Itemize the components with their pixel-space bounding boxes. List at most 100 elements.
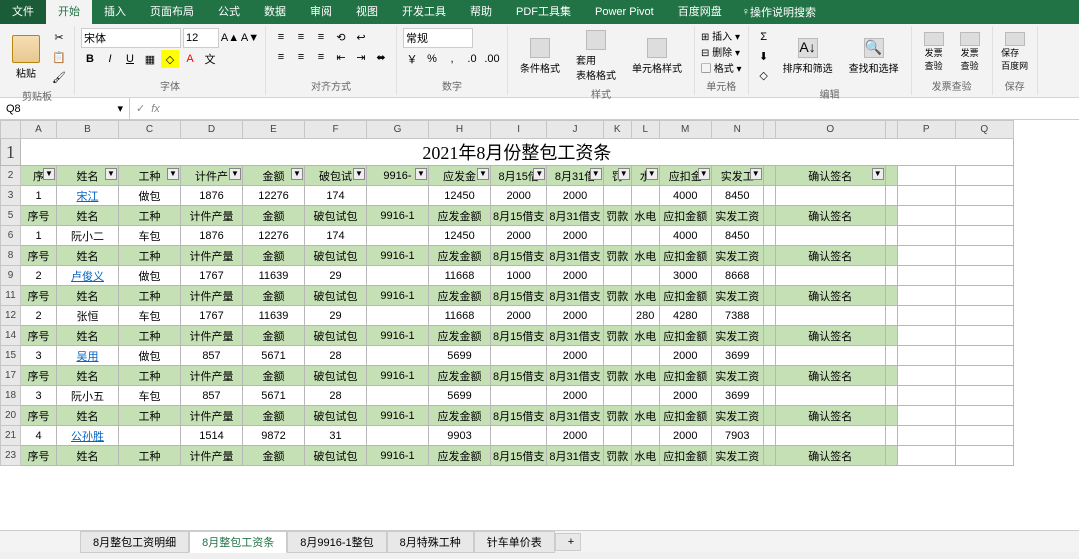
cell[interactable] — [955, 206, 1013, 226]
filter-arrow-icon[interactable]: ▼ — [415, 168, 427, 180]
header-cell[interactable]: 8月15借支 — [491, 446, 547, 466]
header-cell[interactable]: 8月15借支 — [491, 366, 547, 386]
header-cell[interactable]: 序▼ — [21, 166, 57, 186]
filter-arrow-icon[interactable]: ▼ — [618, 168, 630, 180]
cell[interactable] — [763, 266, 775, 286]
filter-arrow-icon[interactable]: ▼ — [477, 168, 489, 180]
cell[interactable]: 28 — [305, 386, 367, 406]
header-cell[interactable]: 工种 — [119, 326, 181, 346]
font-name-select[interactable] — [81, 28, 181, 48]
cell[interactable] — [955, 386, 1013, 406]
cell[interactable] — [897, 446, 955, 466]
row-header[interactable]: 14 — [1, 326, 21, 346]
header-cell[interactable]: 确认签名 — [775, 366, 885, 386]
cell[interactable]: 7388 — [711, 306, 763, 326]
cell[interactable]: 阮小二 — [57, 226, 119, 246]
header-cell[interactable]: 破包试包 — [305, 246, 367, 266]
header-cell[interactable]: 水电 — [631, 246, 659, 266]
cell[interactable]: 857 — [181, 346, 243, 366]
cell[interactable] — [955, 226, 1013, 246]
row-header[interactable]: 12 — [1, 306, 21, 326]
header-cell[interactable]: 确认签名 — [775, 446, 885, 466]
format-button[interactable]: ▢ 格式 ▾ — [701, 60, 742, 75]
tab-help[interactable]: 帮助 — [458, 0, 504, 24]
cell[interactable]: 5699 — [429, 346, 491, 366]
header-cell[interactable]: 工种 — [119, 206, 181, 226]
cell[interactable]: 174 — [305, 186, 367, 206]
col-header[interactable]: Q — [955, 121, 1013, 139]
cell[interactable] — [897, 186, 955, 206]
cell[interactable] — [955, 406, 1013, 426]
header-cell[interactable]: 8月31借▼ — [547, 166, 603, 186]
col-header[interactable]: P — [897, 121, 955, 139]
border-button[interactable]: ▦ — [141, 50, 159, 68]
cell[interactable] — [897, 426, 955, 446]
align-center-icon[interactable]: ≡ — [292, 48, 310, 66]
row-header[interactable]: 2 — [1, 166, 21, 186]
header-cell[interactable]: 金额 — [243, 406, 305, 426]
header-cell[interactable]: 8月15借支 — [491, 326, 547, 346]
header-cell[interactable]: 应扣金额 — [659, 286, 711, 306]
header-cell[interactable]: 金额 — [243, 446, 305, 466]
chevron-down-icon[interactable]: ▾ — [117, 102, 123, 115]
cell[interactable]: 阮小五 — [57, 386, 119, 406]
cell[interactable]: 2000 — [547, 226, 603, 246]
cell[interactable] — [491, 386, 547, 406]
filter-arrow-icon[interactable]: ▼ — [43, 168, 55, 180]
cell[interactable]: 7903 — [711, 426, 763, 446]
bold-button[interactable]: B — [81, 50, 99, 68]
cell[interactable]: 3699 — [711, 346, 763, 366]
paste-button[interactable]: 粘贴 — [6, 33, 46, 82]
cell[interactable]: 12450 — [429, 186, 491, 206]
col-header[interactable]: N — [711, 121, 763, 139]
currency-icon[interactable]: ￥ — [403, 50, 421, 68]
increase-font-icon[interactable]: A▲ — [221, 29, 239, 47]
cell[interactable] — [885, 346, 897, 366]
cell[interactable] — [367, 306, 429, 326]
col-header[interactable] — [885, 121, 897, 139]
header-cell[interactable]: 实发工资 — [711, 326, 763, 346]
header-cell[interactable]: 水电 — [631, 406, 659, 426]
header-cell[interactable]: 应扣金额 — [659, 326, 711, 346]
cell[interactable] — [897, 406, 955, 426]
cell[interactable] — [955, 186, 1013, 206]
filter-arrow-icon[interactable]: ▼ — [105, 168, 117, 180]
cell[interactable]: 做包 — [119, 266, 181, 286]
cell[interactable]: 2000 — [547, 306, 603, 326]
cell[interactable] — [955, 306, 1013, 326]
header-cell[interactable]: 序号 — [21, 326, 57, 346]
cell[interactable] — [955, 246, 1013, 266]
cell[interactable] — [885, 386, 897, 406]
cell[interactable]: 2000 — [547, 266, 603, 286]
header-cell[interactable]: 应扣金额 — [659, 446, 711, 466]
header-cell[interactable]: 8月31借支 — [547, 406, 603, 426]
header-cell[interactable]: 金额 — [243, 366, 305, 386]
header-cell[interactable]: 罚款 — [603, 206, 631, 226]
search-hint[interactable]: 操作说明搜索 — [750, 4, 816, 20]
spreadsheet-grid[interactable]: ABCDEFGHIJKLMNOPQ12021年8月份整包工资条2序▼姓名▼工种▼… — [0, 120, 1014, 466]
header-cell[interactable]: 序号 — [21, 446, 57, 466]
autosum-icon[interactable]: Σ — [755, 28, 773, 46]
format-painter-icon[interactable]: 🖌 — [50, 68, 68, 86]
cell[interactable] — [491, 426, 547, 446]
col-header[interactable]: L — [631, 121, 659, 139]
row-header[interactable]: 15 — [1, 346, 21, 366]
header-cell[interactable]: 工种▼ — [119, 166, 181, 186]
header-cell[interactable]: 破包试包 — [305, 366, 367, 386]
cell[interactable] — [897, 286, 955, 306]
header-cell[interactable]: 金额▼ — [243, 166, 305, 186]
cell[interactable]: 5699 — [429, 386, 491, 406]
header-cell[interactable]: 应扣金额 — [659, 246, 711, 266]
header-cell[interactable]: 工种 — [119, 446, 181, 466]
title-cell[interactable]: 2021年8月份整包工资条 — [21, 139, 1014, 166]
cell[interactable] — [955, 326, 1013, 346]
cell[interactable]: 2 — [21, 266, 57, 286]
cell[interactable] — [897, 206, 955, 226]
header-cell[interactable]: 8月15借支 — [491, 246, 547, 266]
header-cell[interactable]: 破包试包 — [305, 326, 367, 346]
cell[interactable] — [955, 266, 1013, 286]
invoice2-button[interactable]: 发票 查验 — [954, 30, 986, 74]
cell[interactable]: 5671 — [243, 386, 305, 406]
header-cell[interactable]: 计件产▼ — [181, 166, 243, 186]
cell[interactable] — [885, 266, 897, 286]
